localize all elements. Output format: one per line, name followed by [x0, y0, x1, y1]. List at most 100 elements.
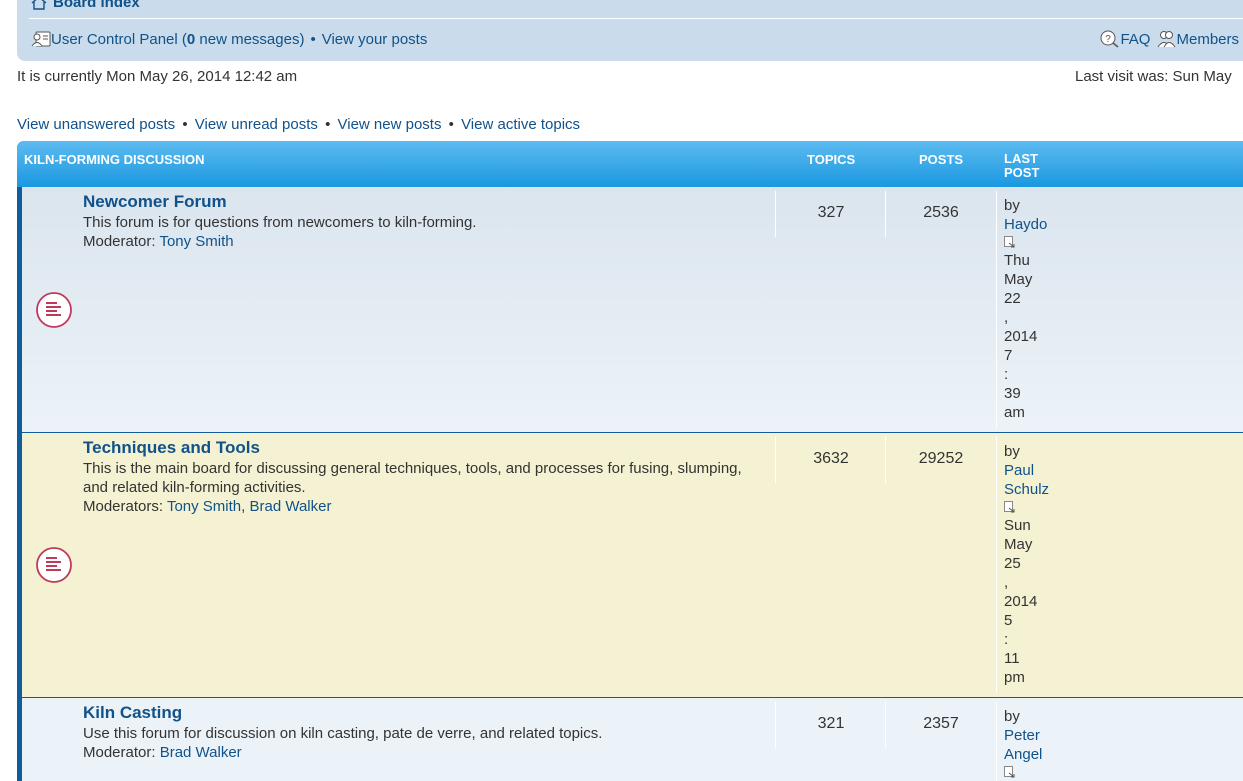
new-messages-suffix: new messages): [195, 30, 305, 48]
last-visit: Last visit was: Sun May: [1075, 68, 1232, 85]
view-latest-post-icon[interactable]: [1004, 501, 1015, 513]
moderator-label: Moderator:: [83, 233, 160, 250]
topics-count: 327: [817, 204, 845, 221]
right-nav-links: ? FAQ Members: [1100, 30, 1239, 48]
last-post-date-part: :: [1004, 631, 1009, 648]
user-card-icon: [31, 31, 51, 47]
members-icon: [1158, 31, 1176, 48]
forum-description: This is the main board for discussing ge…: [83, 459, 763, 516]
view-unanswered-link[interactable]: View unanswered posts: [17, 116, 175, 133]
moderator-link[interactable]: Brad Walker: [249, 498, 331, 515]
svg-text:?: ?: [1106, 34, 1112, 45]
column-divider: [996, 437, 997, 693]
question-icon: ?: [1100, 30, 1119, 48]
last-post-date-part: 5: [1004, 612, 1013, 629]
last-post-by: by: [1004, 708, 1020, 725]
forum-description: Use this forum for discussion on kiln ca…: [83, 724, 763, 762]
forum-read-icon: [36, 292, 72, 328]
moderator-link[interactable]: Tony Smith: [159, 233, 233, 250]
last-post-date-part: May: [1004, 271, 1033, 288]
forum-table: KILN-FORMING DISCUSSION TOPICS POSTS LAS…: [17, 141, 1243, 781]
column-divider: [996, 191, 997, 428]
last-post-by: by: [1004, 197, 1020, 214]
forum-row: Techniques and Tools This is the main bo…: [22, 433, 1243, 697]
view-latest-post-icon[interactable]: [1004, 236, 1015, 248]
posts-count: 2536: [923, 204, 959, 221]
faq-label: FAQ: [1120, 30, 1151, 48]
moderator-link[interactable]: Brad Walker: [160, 744, 242, 761]
moderator-link[interactable]: Tony Smith: [167, 498, 241, 515]
last-post-date-part: 2014: [1004, 328, 1038, 345]
last-post-date-part: pm: [1004, 669, 1025, 686]
table-header: KILN-FORMING DISCUSSION TOPICS POSTS LAS…: [17, 141, 1243, 187]
home-icon: [31, 0, 47, 10]
forum-description-text: Use this forum for discussion on kiln ca…: [83, 725, 603, 742]
nav-divider: [29, 18, 1243, 19]
last-post-date-part: 39: [1004, 385, 1021, 402]
topics-count: 321: [817, 715, 845, 732]
moderators-line: Moderator: Tony Smith: [83, 232, 763, 251]
last-post-by: by: [1004, 443, 1020, 460]
last-post-author-link[interactable]: Paul Schulz: [1004, 461, 1049, 499]
ucp-link[interactable]: User Control Panel (0 new messages): [51, 31, 304, 48]
last-post: by Paul Schulz Sun May 25, 2014 5: 11 pm: [1004, 442, 1064, 687]
forum-row: Newcomer Forum This forum is for questio…: [22, 187, 1243, 432]
topics-count: 3632: [813, 450, 849, 467]
status-line: It is currently Mon May 26, 2014 12:42 a…: [17, 68, 1243, 85]
moderators-line: Moderators: Tony Smith, Brad Walker: [83, 498, 332, 515]
ucp-row: User Control Panel (0 new messages) • Vi…: [31, 30, 427, 48]
view-active-link[interactable]: View active topics: [461, 116, 580, 133]
forum-title-link[interactable]: Newcomer Forum: [83, 192, 227, 212]
forum-title-link[interactable]: Kiln Casting: [83, 703, 182, 723]
posts-count: 2357: [923, 715, 959, 732]
forum-title-link[interactable]: Techniques and Tools: [83, 438, 260, 458]
bullet-separator: •: [325, 116, 331, 133]
bullet-separator: •: [448, 116, 454, 133]
forum-read-icon: [36, 547, 72, 583]
board-index-link[interactable]: Board index: [31, 0, 140, 11]
board-index-label: Board index: [53, 0, 140, 11]
last-post-date-part: Thu: [1004, 252, 1030, 269]
last-post-date-part: 7: [1004, 347, 1013, 364]
last-post: by Haydo Thu May 22, 2014 7: 39 am: [1004, 196, 1064, 422]
quick-links: View unanswered posts • View unread post…: [17, 116, 580, 133]
bullet-separator: •: [310, 30, 316, 48]
forum-description-text: This is the main board for discussing ge…: [83, 460, 742, 496]
last-post-date-part: 25: [1004, 555, 1021, 572]
last-post-date-part: 2014: [1004, 593, 1038, 610]
forum-row: Kiln Casting Use this forum for discussi…: [22, 698, 1243, 781]
members-link[interactable]: Members: [1156, 30, 1239, 48]
last-post-date-part: May: [1004, 536, 1033, 553]
forum-description-text: This forum is for questions from newcome…: [83, 214, 477, 231]
moderator-label: Moderator:: [83, 744, 160, 761]
posts-header: POSTS: [919, 152, 964, 167]
view-unread-link[interactable]: View unread posts: [195, 116, 318, 133]
last-post-date-part: :: [1004, 366, 1009, 383]
members-label: Members: [1176, 30, 1239, 48]
ucp-label: User Control Panel (: [51, 30, 187, 48]
last-post-date-part: 22: [1004, 290, 1021, 307]
posts-count: 29252: [918, 450, 964, 467]
last-post-date: Sun May 25, 2014 5: 11 pm: [1004, 516, 1064, 687]
faq-link[interactable]: ? FAQ: [1100, 30, 1150, 48]
forum-description: This forum is for questions from newcome…: [83, 213, 763, 251]
view-your-posts-link[interactable]: View your posts: [322, 31, 428, 48]
column-divider: [996, 702, 997, 781]
category-title[interactable]: KILN-FORMING DISCUSSION: [24, 152, 205, 167]
moderators-line: Moderator: Brad Walker: [83, 743, 763, 762]
last-post-date: Thu May 22, 2014 7: 39 am: [1004, 251, 1064, 422]
last-post-date-part: Sun: [1004, 517, 1031, 534]
last-post-author-link[interactable]: Haydo: [1004, 215, 1047, 234]
bullet-separator: •: [182, 116, 188, 133]
moderator-label: Moderators:: [83, 498, 167, 515]
nav-panel: Board index User Control Panel (0 new me…: [17, 0, 1243, 61]
last-post-header: LAST POST: [1004, 151, 1040, 180]
topics-header: TOPICS: [807, 152, 856, 167]
view-new-link[interactable]: View new posts: [338, 116, 442, 133]
last-post-author-link[interactable]: Peter Angel: [1004, 726, 1044, 764]
last-post-date-part: ,: [1004, 309, 1009, 326]
last-post-date-part: ,: [1004, 574, 1009, 591]
last-post-date-part: 11: [1004, 650, 1020, 667]
view-latest-post-icon[interactable]: [1004, 766, 1015, 778]
current-time: It is currently Mon May 26, 2014 12:42 a…: [17, 68, 298, 85]
